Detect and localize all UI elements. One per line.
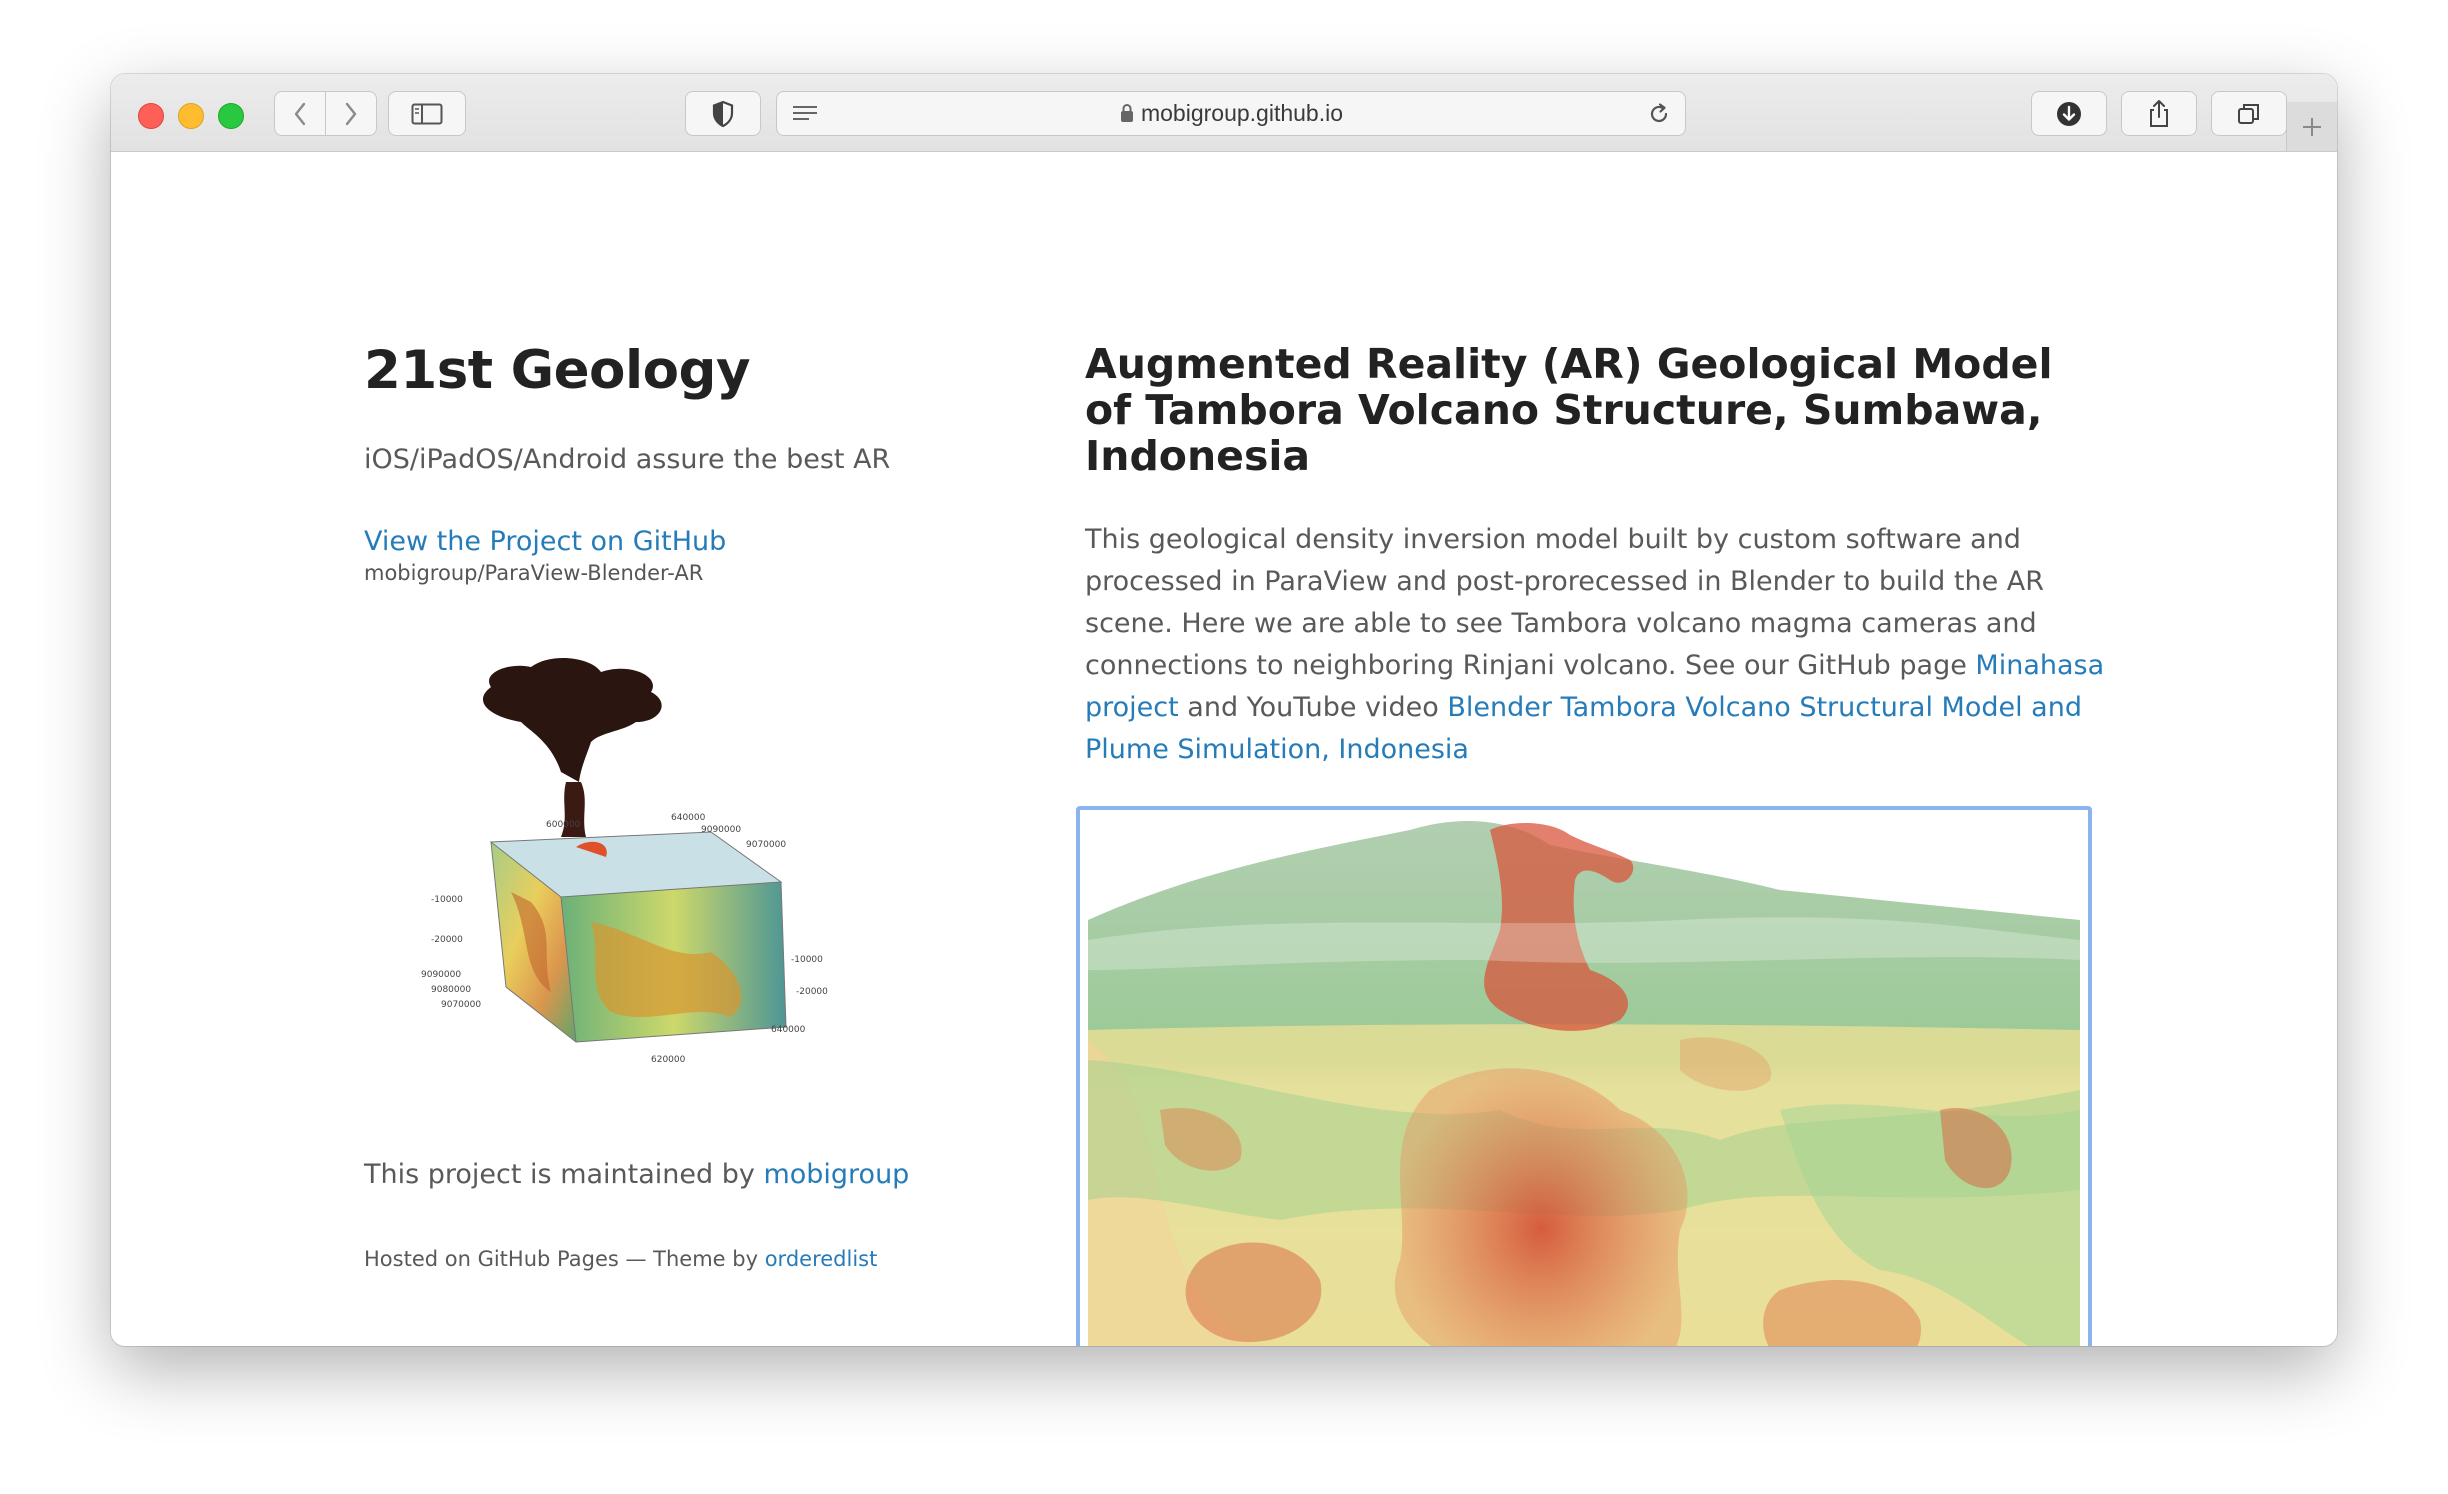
svg-text:-10000: -10000 <box>791 955 823 965</box>
view-on-github-link[interactable]: View the Project on GitHub <box>364 526 726 557</box>
svg-text:9070000: 9070000 <box>441 1000 481 1010</box>
svg-text:600000: 600000 <box>546 820 581 830</box>
volcano-model-render <box>1080 810 2088 1346</box>
maintained-prefix: This project is maintained by <box>364 1159 764 1190</box>
downloads-button[interactable] <box>2031 91 2107 136</box>
article-body-mid: and YouTube video <box>1178 692 1448 723</box>
privacy-report-button[interactable] <box>685 91 761 136</box>
site-tagline: iOS/iPadOS/Android assure the best AR <box>364 444 891 475</box>
browser-toolbar: mobigroup.github.io <box>111 74 2337 152</box>
site-title[interactable]: 21st Geology <box>364 340 751 401</box>
volcano-model-logo-image[interactable]: 600000 640000 9090000 9070000 -10000 -20… <box>411 632 861 1072</box>
share-icon <box>2150 99 2168 127</box>
close-window-button[interactable] <box>138 103 164 129</box>
svg-text:640000: 640000 <box>771 1025 806 1035</box>
browser-window: mobigroup.github.io 21st Geology iOS/iPa… <box>111 74 2337 1346</box>
lock-icon <box>1120 104 1133 122</box>
svg-text:620000: 620000 <box>651 1055 686 1065</box>
article-body-text: This geological density inversion model … <box>1085 524 2045 681</box>
hosted-by-text: Hosted on GitHub Pages — Theme by ordere… <box>364 1247 877 1271</box>
minimize-window-button[interactable] <box>178 103 204 129</box>
sidebar-icon <box>411 103 443 124</box>
reload-icon[interactable] <box>1647 102 1671 126</box>
svg-text:-20000: -20000 <box>431 935 463 945</box>
svg-text:9080000: 9080000 <box>431 985 471 995</box>
maintainer-link[interactable]: mobigroup <box>763 1159 909 1190</box>
hosted-prefix: Hosted on GitHub Pages — Theme by <box>364 1247 765 1271</box>
new-tab-button[interactable] <box>2286 102 2337 151</box>
address-bar[interactable]: mobigroup.github.io <box>776 91 1686 136</box>
article-body: This geological density inversion model … <box>1085 519 2115 771</box>
back-button[interactable] <box>274 91 326 136</box>
svg-text:9070000: 9070000 <box>746 840 786 850</box>
zoom-window-button[interactable] <box>218 103 244 129</box>
share-button[interactable] <box>2121 91 2197 136</box>
maintained-by-text: This project is maintained by mobigroup <box>364 1159 909 1190</box>
svg-text:-10000: -10000 <box>431 895 463 905</box>
tab-overview-button[interactable] <box>2211 91 2287 136</box>
chevron-left-icon <box>294 102 306 125</box>
svg-text:9090000: 9090000 <box>701 825 741 835</box>
github-repo-name: mobigroup/ParaView-Blender-AR <box>364 561 704 585</box>
chevron-right-icon <box>345 102 357 125</box>
forward-button[interactable] <box>325 91 377 136</box>
page-content: 21st Geology iOS/iPadOS/Android assure t… <box>111 152 2337 1346</box>
url-text-container: mobigroup.github.io <box>777 92 1685 135</box>
svg-text:9090000: 9090000 <box>421 970 461 980</box>
url-text: mobigroup.github.io <box>1140 100 1344 126</box>
article-title: Augmented Reality (AR) Geological Model … <box>1085 340 2053 480</box>
shield-icon <box>712 100 734 127</box>
plus-icon <box>2303 117 2321 136</box>
download-icon <box>2057 101 2081 126</box>
svg-text:640000: 640000 <box>671 813 706 823</box>
theme-author-link[interactable]: orderedlist <box>765 1247 878 1271</box>
sidebar-toggle-button[interactable] <box>388 91 466 136</box>
ar-model-viewer[interactable] <box>1076 806 2092 1346</box>
svg-text:-20000: -20000 <box>796 987 828 997</box>
tabs-overview-icon <box>2238 103 2259 124</box>
